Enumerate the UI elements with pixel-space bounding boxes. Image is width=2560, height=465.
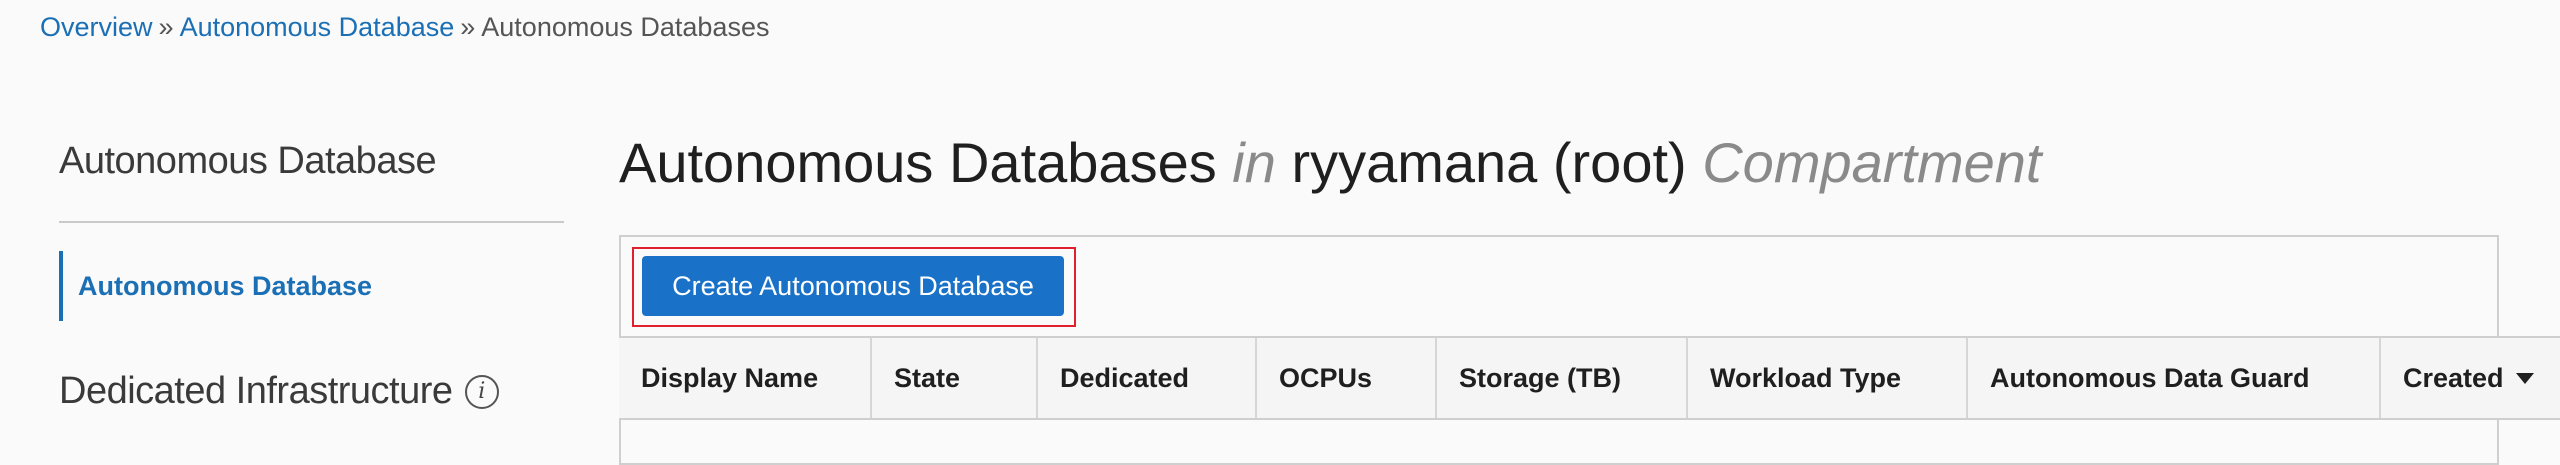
sidebar-item-label: Autonomous Database [78,270,373,301]
table-header: Display Name State Dedicated OCPUs Stora… [619,336,2560,420]
breadcrumb-overview-link[interactable]: Overview [40,12,153,42]
page-title: Autonomous Databases in ryyamana (root) … [619,128,2041,198]
column-header-display-name[interactable]: Display Name [619,338,872,418]
column-header-dedicated[interactable]: Dedicated [1038,338,1257,418]
breadcrumb-current: Autonomous Databases [481,12,770,42]
info-icon[interactable]: i [464,374,499,409]
page-title-in: in [1232,131,1276,194]
column-header-workload-type[interactable]: Workload Type [1688,338,1968,418]
column-header-label: OCPUs [1279,362,1373,393]
column-header-label: State [894,362,961,393]
column-header-created[interactable]: Created [2381,338,2560,418]
sidebar-title: Autonomous Database [59,140,437,182]
sidebar-item-label: Dedicated Infrastructure [59,370,453,412]
page-title-suffix: Compartment [1702,131,2042,194]
column-header-state[interactable]: State [872,338,1038,418]
breadcrumb-separator: » [460,12,476,42]
column-header-label: Autonomous Data Guard [1990,362,2310,393]
column-header-label: Display Name [641,362,819,393]
column-header-autonomous-data-guard[interactable]: Autonomous Data Guard [1968,338,2381,418]
column-header-storage[interactable]: Storage (TB) [1437,338,1688,418]
column-header-label: Storage (TB) [1459,362,1621,393]
breadcrumb-separator: » [158,12,174,42]
column-header-ocpus[interactable]: OCPUs [1257,338,1437,418]
column-header-label: Workload Type [1710,362,1902,393]
sidebar-divider [59,221,564,223]
breadcrumb: Overview» Autonomous Database» Autonomous … [40,10,769,44]
compartment-name: ryyamana (root) [1291,131,1687,194]
sort-descending-icon[interactable] [2515,372,2534,384]
create-autonomous-database-button[interactable]: Create Autonomous Database [642,256,1064,316]
sidebar-item-autonomous-database[interactable]: Autonomous Database [59,251,372,321]
column-header-label: Created [2403,362,2504,393]
breadcrumb-autonomous-database-link[interactable]: Autonomous Database [180,12,455,42]
sidebar-item-dedicated-infrastructure[interactable]: Dedicated Infrastructure i [59,370,499,413]
table-body-border [619,420,621,442]
column-header-label: Dedicated [1060,362,1190,393]
page-title-main: Autonomous Databases [619,131,1217,194]
